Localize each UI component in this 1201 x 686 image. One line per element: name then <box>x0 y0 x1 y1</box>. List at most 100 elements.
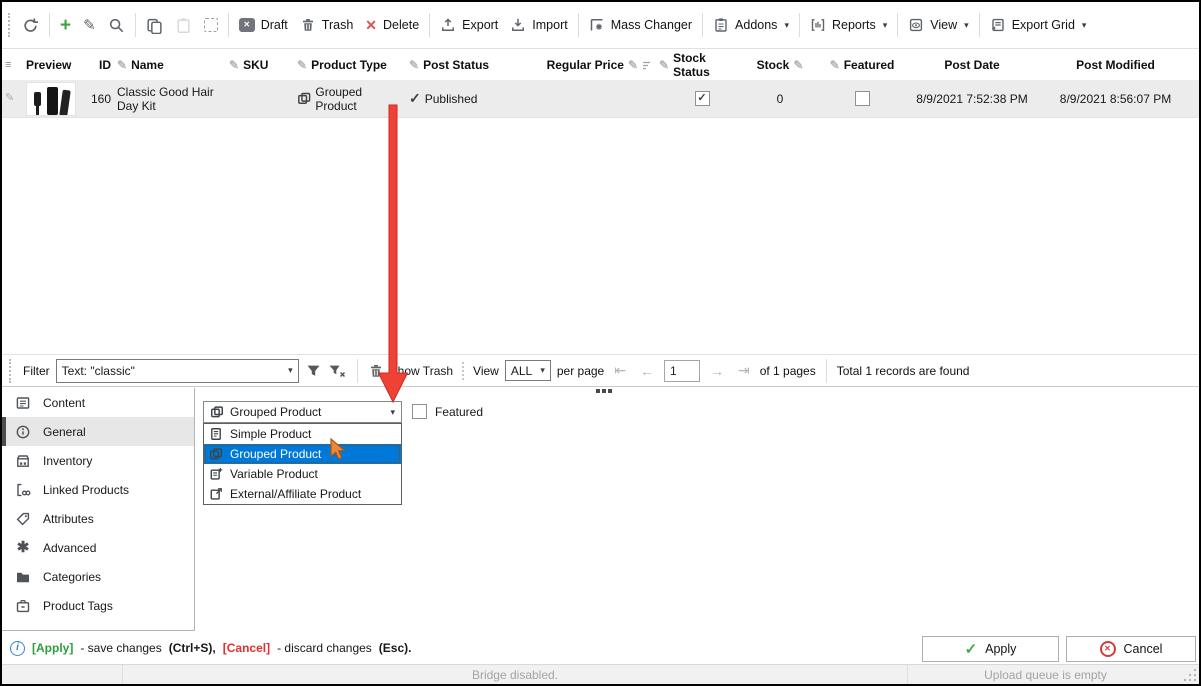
row-product-type-cell[interactable]: Grouped Product <box>294 80 406 117</box>
last-page-icon[interactable]: ⇥ <box>734 362 754 379</box>
tab-label: Linked Products <box>43 483 129 497</box>
refresh-button[interactable] <box>16 9 45 41</box>
column-post-date[interactable]: Post Date <box>912 50 1032 80</box>
inventory-icon <box>15 453 31 469</box>
grouped-product-icon <box>209 447 223 461</box>
pencil-icon: ✎ <box>628 59 638 71</box>
row-featured-cell <box>812 80 912 117</box>
column-label: Post Status <box>423 58 489 72</box>
column-featured[interactable]: ✎Featured <box>812 50 912 80</box>
option-variable-product[interactable]: Variable Product <box>204 464 401 484</box>
tab-linked-products[interactable]: Linked Products <box>2 475 194 504</box>
search-button[interactable] <box>102 9 131 41</box>
grouped-product-icon <box>297 91 311 106</box>
tab-advanced[interactable]: ✱ Advanced <box>2 533 194 562</box>
delete-button[interactable]: ✕ Delete <box>359 9 425 41</box>
toolbar-drag-handle[interactable] <box>8 13 12 37</box>
column-label: Post Date <box>944 58 999 72</box>
stock-status-checkbox[interactable]: ✓ <box>695 91 710 106</box>
tab-label: Inventory <box>43 454 92 468</box>
row-regular-price-cell[interactable] <box>506 80 656 117</box>
folder-icon <box>15 569 31 585</box>
tab-attributes[interactable]: Attributes <box>2 504 194 533</box>
option-simple-product[interactable]: Simple Product <box>204 424 401 444</box>
cancel-button[interactable]: ✕ Cancel <box>1066 636 1196 662</box>
trash-button[interactable]: Trash <box>294 9 360 41</box>
product-type-combobox[interactable]: Grouped Product ▾ <box>203 401 402 423</box>
prev-page-icon[interactable]: ← <box>636 363 658 379</box>
column-label: ID <box>99 58 111 72</box>
import-button[interactable]: Import <box>504 9 573 41</box>
apply-button[interactable]: ✓ Apply <box>922 636 1059 662</box>
next-page-icon[interactable]: → <box>706 363 728 379</box>
mass-changer-button[interactable]: Mass Changer <box>583 9 698 41</box>
row-edit-cell[interactable]: ✎ <box>2 80 18 117</box>
view-button[interactable]: View ▾ <box>902 9 974 41</box>
clear-filter-icon[interactable] <box>328 363 347 379</box>
export-grid-button[interactable]: Export Grid ▾ <box>984 9 1093 41</box>
column-post-modified[interactable]: Post Modified <box>1032 50 1199 80</box>
apply-filter-icon[interactable] <box>305 363 322 379</box>
column-stock[interactable]: Stock✎ <box>748 50 812 80</box>
per-page-label: per page <box>557 364 604 378</box>
row-name-cell[interactable]: Classic Good Hair Day Kit <box>114 80 226 117</box>
option-grouped-product[interactable]: Grouped Product <box>204 444 401 464</box>
add-button[interactable]: + <box>54 9 77 41</box>
hamburger-icon: ≡ <box>5 60 11 71</box>
row-preview-cell[interactable] <box>18 80 82 117</box>
pencil-icon: ✎ <box>659 59 669 71</box>
paste-button[interactable] <box>169 9 198 41</box>
tab-content[interactable]: Content <box>2 388 194 417</box>
table-row[interactable]: ✎ 160 Classic Good Hair Day Kit Grouped … <box>2 80 1199 118</box>
tab-product-tags[interactable]: Product Tags <box>2 591 194 620</box>
tab-general[interactable]: General <box>2 417 194 446</box>
copy-button[interactable] <box>140 9 169 41</box>
filter-combobox[interactable]: Text: "classic" ▾ <box>56 359 299 383</box>
row-stock-cell[interactable]: 0 <box>748 80 812 117</box>
simple-product-icon <box>209 427 223 441</box>
select-special-button[interactable] <box>198 9 224 41</box>
filter-bar-drag-handle[interactable] <box>9 359 13 383</box>
per-page-combobox[interactable]: ALL ▾ <box>505 360 551 381</box>
column-post-status[interactable]: ✎Post Status <box>406 50 506 80</box>
dotted-separator <box>462 362 464 380</box>
splitter-handle[interactable] <box>596 389 612 393</box>
option-external-product[interactable]: External/Affiliate Product <box>204 484 401 504</box>
show-trash-icon[interactable] <box>368 363 384 379</box>
draft-button[interactable]: ✕ Draft <box>233 9 294 41</box>
toolbar-separator <box>228 13 229 37</box>
header-menu-cell[interactable]: ≡ <box>2 50 18 80</box>
column-sku[interactable]: ✎SKU <box>226 50 294 80</box>
featured-editor-checkbox[interactable] <box>412 404 427 419</box>
page-input[interactable] <box>664 360 700 382</box>
tab-label: Advanced <box>43 541 96 555</box>
tab-inventory[interactable]: Inventory <box>2 446 194 475</box>
grouped-product-icon <box>210 405 224 419</box>
column-product-type[interactable]: ✎Product Type <box>294 50 406 80</box>
filter-label: Filter <box>23 364 50 378</box>
reports-button[interactable]: Reports ▾ <box>804 9 893 41</box>
app-window: + ✎ ✕ Draft Trash ✕ Delete Export <box>0 0 1201 686</box>
featured-checkbox[interactable] <box>855 91 870 106</box>
edit-button[interactable]: ✎ <box>77 9 102 41</box>
toolbar-separator <box>979 13 980 37</box>
reports-label: Reports <box>832 18 876 32</box>
addons-button[interactable]: Addons ▾ <box>707 9 795 41</box>
row-post-status-cell[interactable]: ✓ Published <box>406 80 506 117</box>
resize-grip[interactable] <box>1183 665 1199 684</box>
toolbar-separator <box>135 13 136 37</box>
column-id[interactable]: ID <box>82 50 114 80</box>
column-stock-status[interactable]: ✎Stock Status <box>656 50 748 80</box>
first-page-icon[interactable]: ⇤ <box>610 362 630 379</box>
column-preview[interactable]: Preview <box>18 50 82 80</box>
show-trash-label[interactable]: Show Trash <box>390 364 453 378</box>
tab-categories[interactable]: Categories <box>2 562 194 591</box>
external-product-icon <box>209 487 223 501</box>
check-icon: ✓ <box>965 642 978 657</box>
column-name[interactable]: ✎Name <box>114 50 226 80</box>
linked-products-icon <box>15 482 31 498</box>
chevron-down-icon: ▾ <box>540 365 545 376</box>
row-sku-cell[interactable] <box>226 80 294 117</box>
column-regular-price[interactable]: Regular Price ✎ <box>506 50 656 80</box>
export-button[interactable]: Export <box>434 9 504 41</box>
